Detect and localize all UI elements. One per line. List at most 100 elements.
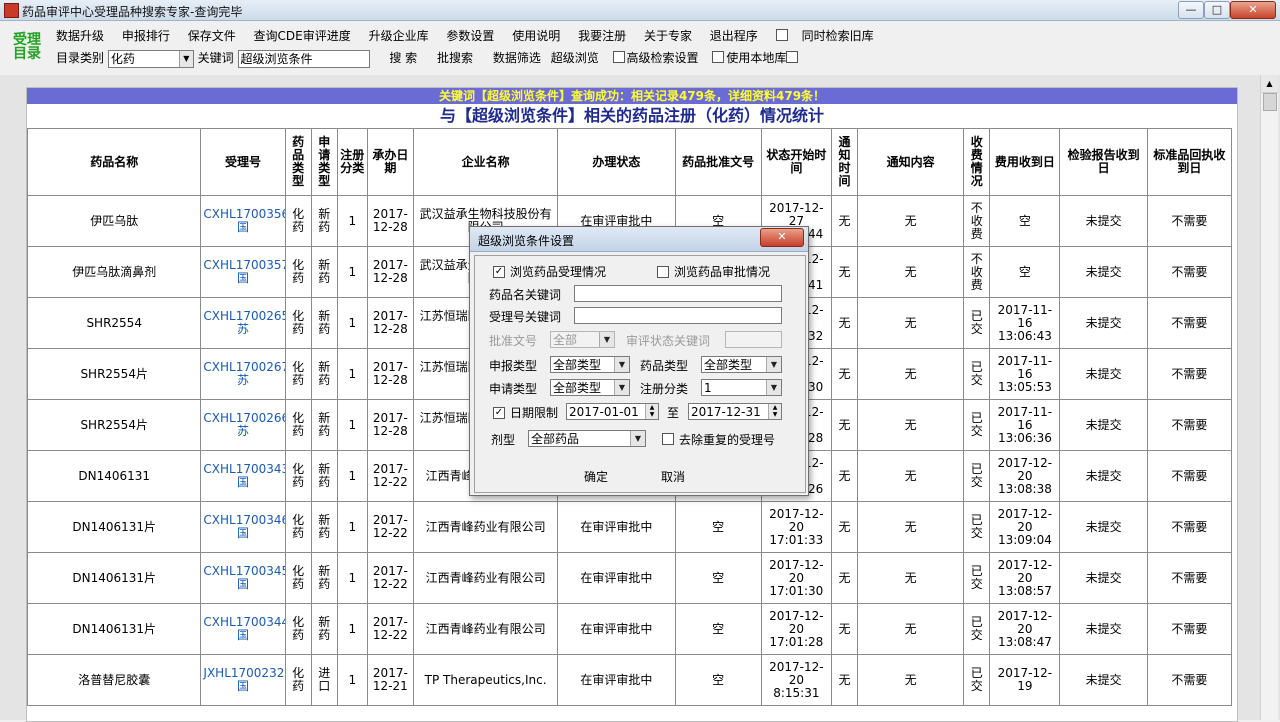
dialog-cancel-button[interactable]: 取消 — [661, 468, 685, 485]
approval-no-label: 批准文号 — [489, 334, 538, 348]
drug-type-select[interactable]: 全部类型 ▼ — [701, 356, 782, 373]
cell-drug-name: 伊匹乌肽滴鼻剂 — [27, 246, 202, 298]
cell-host-date: 2017-12-28 — [366, 348, 414, 400]
local-db-checkbox-2[interactable] — [786, 51, 799, 63]
menu-help[interactable]: 使用说明 — [512, 29, 560, 43]
date-from-input[interactable]: 2017-01-01 ▲ ▼ — [566, 403, 659, 420]
cell-standard-date: 不需要 — [1146, 246, 1233, 298]
menu-register[interactable]: 我要注册 — [578, 29, 626, 43]
cell-fee: 已交 — [963, 552, 991, 604]
dialog-ok-button[interactable]: 确定 — [584, 468, 608, 485]
cell-standard-date: 不需要 — [1146, 399, 1233, 451]
date-limit-checkbox[interactable]: ✓ — [493, 407, 505, 419]
form-select[interactable]: 全部药品 ▼ — [528, 430, 646, 447]
col-approval-no[interactable]: 药品批准文号 — [674, 128, 762, 196]
minimize-button[interactable]: — — [1178, 1, 1204, 19]
close-window-button[interactable]: ✕ — [1230, 1, 1276, 19]
cell-accept-no[interactable]: CXHL1700357国 — [200, 246, 286, 298]
cell-accept-no[interactable]: CXHL1700346国 — [200, 501, 286, 553]
apply-type-select[interactable]: 全部类型 ▼ — [550, 356, 630, 373]
menu-about[interactable]: 关于专家 — [644, 29, 692, 43]
cell-accept-no[interactable]: CXHL1700356国 — [200, 195, 286, 247]
date-to-input[interactable]: 2017-12-31 ▲ ▼ — [688, 403, 782, 420]
col-notice-content[interactable]: 通知内容 — [856, 128, 965, 196]
date-from-spinner[interactable]: ▲ ▼ — [645, 404, 658, 419]
reg-class-select[interactable]: 1 ▼ — [701, 379, 782, 396]
col-status-start[interactable]: 状态开始时间 — [760, 128, 832, 196]
accept-keyword-input[interactable] — [574, 307, 782, 324]
cell-reg-class: 1 — [336, 603, 368, 655]
table-row[interactable]: 洛普替尼胶囊 JXHL1700232国 化药 进口 1 2017-12-21 TP Ther… — [27, 654, 1233, 706]
cell-apply-type: 新药 — [310, 603, 338, 655]
cell-accept-no[interactable]: CXHL1700265苏 — [200, 297, 286, 349]
cell-reg-class: 1 — [336, 399, 368, 451]
cell-accept-no[interactable]: CXHL1700344国 — [200, 603, 286, 655]
apply-type-value: 全部类型 — [553, 358, 602, 372]
cell-accept-no[interactable]: CXHL1700345国 — [200, 552, 286, 604]
vertical-scrollbar[interactable]: ▲ — [1260, 75, 1278, 720]
dedupe-label: 去除重复的受理号 — [679, 433, 776, 447]
col-fee-date[interactable]: 费用收到日 — [989, 128, 1061, 196]
col-report-date[interactable]: 检验报告收到日 — [1059, 128, 1148, 196]
table-row[interactable]: DN1406131片 CXHL1700346国 化药 新药 1 2017-12-22 江西青… — [27, 501, 1233, 553]
table-row[interactable]: DN1406131片 CXHL1700345国 化药 新药 1 2017-12-22 江西青… — [27, 552, 1233, 604]
menu-save-file[interactable]: 保存文件 — [188, 29, 236, 43]
batch-search-button[interactable]: 批搜索 — [437, 51, 473, 65]
cell-drug-name: 伊匹乌肽 — [27, 195, 202, 247]
table-row[interactable]: DN1406131片 CXHL1700344国 化药 新药 1 2017-12-22 江西青… — [27, 603, 1233, 655]
app-icon — [4, 3, 19, 18]
cell-report-date: 未提交 — [1059, 195, 1148, 247]
cell-notice-content: 无 — [856, 348, 965, 400]
col-host-date[interactable]: 承办日期 — [366, 128, 414, 196]
menu-settings[interactable]: 参数设置 — [446, 29, 494, 43]
dedupe-checkbox[interactable] — [662, 433, 674, 445]
cell-accept-no[interactable]: CXHL1700266苏 — [200, 399, 286, 451]
menu-cde-progress[interactable]: 查询CDE审评进度 — [254, 29, 351, 43]
date-to-spinner[interactable]: ▲ ▼ — [768, 404, 781, 419]
sim-search-checkbox[interactable] — [775, 29, 788, 41]
col-standard-date[interactable]: 标准品回执收到日 — [1146, 128, 1233, 196]
col-reg-class[interactable]: 注册分类 — [336, 128, 368, 196]
col-status[interactable]: 办理状态 — [557, 128, 676, 196]
cell-drug-type: 化药 — [284, 654, 312, 706]
col-drug-type[interactable]: 药品类型 — [284, 128, 312, 196]
scroll-up-icon[interactable]: ▲ — [1261, 75, 1278, 93]
cell-standard-date: 不需要 — [1146, 195, 1233, 247]
menu-ranking[interactable]: 申报排行 — [122, 29, 170, 43]
advanced-checkbox[interactable] — [612, 51, 625, 63]
col-company[interactable]: 企业名称 — [412, 128, 559, 196]
cell-fee: 已交 — [963, 603, 991, 655]
browse-accept-checkbox[interactable]: ✓ — [493, 266, 505, 278]
local-db-checkbox[interactable] — [712, 51, 725, 63]
maximize-button[interactable]: □ — [1204, 1, 1230, 19]
menu-upgrade-company[interactable]: 升级企业库 — [369, 29, 429, 43]
cell-accept-no[interactable]: JXHL1700232国 — [200, 654, 286, 706]
col-accept-no[interactable]: 受理号 — [200, 128, 286, 196]
cell-standard-date: 不需要 — [1146, 450, 1233, 502]
cell-drug-name: DN1406131 — [27, 450, 202, 502]
keyword-input[interactable]: 超级浏览条件 — [237, 49, 370, 68]
cell-apply-type: 新药 — [310, 297, 338, 349]
review-keyword-input[interactable] — [725, 331, 782, 348]
col-fee[interactable]: 收费情况 — [963, 128, 991, 196]
search-button[interactable]: 搜 索 — [389, 51, 417, 65]
catalog-select[interactable]: 化药 ▼ — [107, 49, 194, 68]
cell-accept-no[interactable]: CXHL1700343国 — [200, 450, 286, 502]
approval-no-select[interactable]: 全部 ▼ — [550, 331, 615, 348]
browse-approve-checkbox[interactable] — [657, 266, 669, 278]
col-apply-type[interactable]: 申请类型 — [310, 128, 338, 196]
filter-button[interactable]: 数据筛选 — [493, 51, 541, 65]
menu-data-upgrade[interactable]: 数据升级 — [56, 29, 104, 43]
cell-fee: 已交 — [963, 399, 991, 451]
col-notice-time[interactable]: 通知时间 — [830, 128, 859, 196]
dialog-close-button[interactable]: ✕ — [760, 228, 804, 247]
scroll-thumb[interactable] — [1263, 93, 1277, 111]
super-browse-button[interactable]: 超级浏览 — [551, 51, 599, 65]
cell-approval-no: 空 — [674, 603, 762, 655]
col-drug-name[interactable]: 药品名称 — [27, 128, 202, 196]
cell-accept-no[interactable]: CXHL1700267苏 — [200, 348, 286, 400]
menu-exit[interactable]: 退出程序 — [710, 29, 758, 43]
name-keyword-input[interactable] — [574, 285, 782, 302]
request-type-select[interactable]: 全部类型 ▼ — [550, 379, 630, 396]
cell-standard-date: 不需要 — [1146, 501, 1233, 553]
